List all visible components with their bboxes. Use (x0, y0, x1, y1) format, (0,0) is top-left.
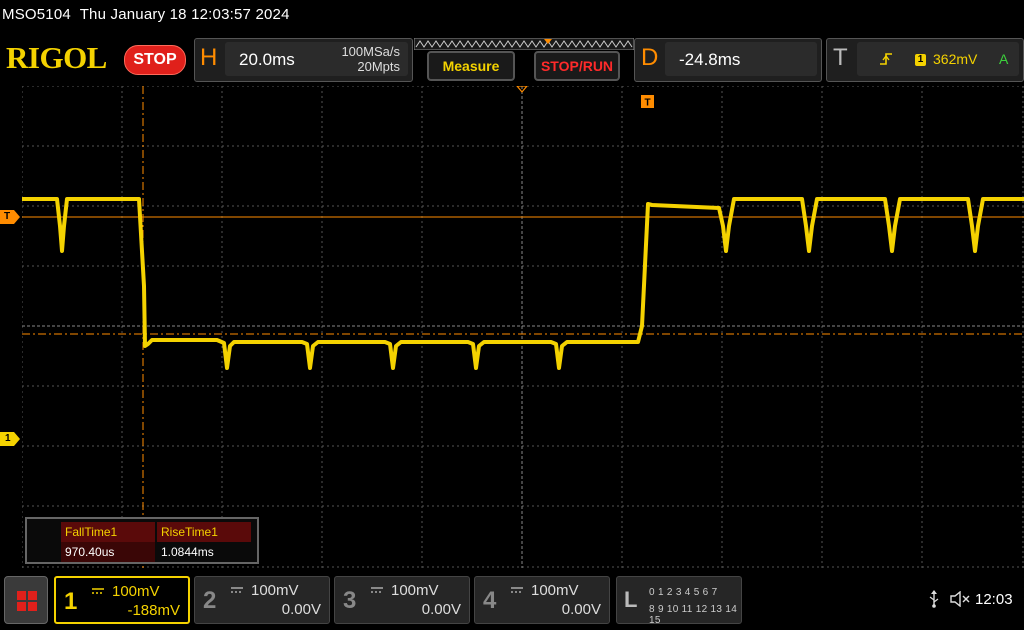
trigger-mode: A (999, 51, 1009, 67)
horizontal-settings[interactable]: H 20.0ms 100MSa/s 20Mpts (194, 38, 413, 82)
status-clock: 12:03 (975, 591, 1013, 608)
measure-button[interactable]: Measure (427, 51, 515, 81)
delay-letter: D (641, 44, 659, 71)
delay-value: -24.8ms (679, 50, 741, 69)
trigger-letter: T (833, 44, 848, 71)
trigger-level-marker-label: T (4, 211, 11, 222)
svg-text:T: T (644, 98, 650, 109)
channel3-offset: 0.00V (421, 601, 461, 618)
stop-run-button[interactable]: STOP/RUN (534, 51, 620, 81)
measurement-value-risetime: 1.0844ms (161, 545, 214, 559)
channel2-scale: 100mV (251, 582, 299, 599)
logic-letter: L (624, 587, 638, 612)
channel2-settings[interactable]: 2 100mV 0.00V (194, 576, 330, 624)
datetime: Thu January 18 12:03:57 2024 (79, 6, 290, 23)
sample-rate: 100MSa/s (341, 44, 400, 59)
dc-coupling-icon (231, 587, 243, 593)
channel3-scale: 100mV (391, 582, 439, 599)
measurement-header-falltime: FallTime1 (61, 522, 155, 542)
channel1-scale: 100mV (112, 583, 160, 600)
channel1-offset: -188mV (127, 602, 180, 619)
channel2-offset: 0.00V (281, 601, 321, 618)
memory-overview-strip (414, 38, 634, 50)
trigger-settings[interactable]: T 1 362mV A (826, 38, 1024, 82)
mute-icon[interactable] (950, 591, 970, 607)
trigger-level-marker[interactable]: T (0, 210, 20, 224)
channel4-offset: 0.00V (561, 601, 601, 618)
trigger-level: 362mV (933, 51, 978, 67)
main-menu-button[interactable] (4, 576, 48, 624)
dc-coupling-icon (92, 588, 104, 594)
run-state-badge[interactable]: STOP (124, 45, 186, 75)
measurement-panel[interactable]: FallTime1 RiseTime1 970.40us 1.0844ms (25, 517, 259, 564)
channel1-settings[interactable]: 1 100mV -188mV (54, 576, 190, 624)
window-title: MSO5104 Thu January 18 12:03:57 2024 (2, 6, 290, 23)
logic-channels-settings[interactable]: L 0 1 2 3 4 5 6 7 8 9 10 11 12 13 14 15 (616, 576, 742, 626)
trigger-position-marker: T (641, 95, 654, 109)
measurement-value-falltime: 970.40us (61, 542, 155, 562)
rigol-logo: RIGOL (6, 40, 107, 75)
model-name: MSO5104 (2, 6, 71, 23)
logic-row-1: 0 1 2 3 4 5 6 7 (649, 587, 718, 598)
delay-settings[interactable]: D -24.8ms (634, 38, 822, 82)
grid-menu-icon (17, 591, 37, 611)
timebase-value: 20.0ms (239, 50, 295, 69)
channel2-number: 2 (203, 587, 217, 614)
measurement-header-risetime: RiseTime1 (157, 522, 251, 542)
channel4-scale: 100mV (531, 582, 579, 599)
channel3-number: 3 (343, 587, 357, 614)
trigger-source-badge: 1 (915, 54, 926, 66)
usb-icon (929, 590, 939, 608)
rising-edge-icon (880, 53, 892, 65)
logic-row-2: 8 9 10 11 12 13 14 15 (649, 604, 738, 626)
channel3-settings[interactable]: 3 100mV 0.00V (334, 576, 470, 624)
dc-coupling-icon (371, 587, 383, 593)
waveform-display[interactable]: T (22, 86, 1024, 568)
dc-coupling-icon (511, 587, 523, 593)
channel1-ground-marker-label: 1 (5, 433, 11, 444)
horizontal-letter: H (200, 44, 218, 71)
channel1-ground-marker[interactable]: 1 (0, 432, 20, 446)
channel1-number: 1 (64, 588, 78, 615)
memory-depth: 20Mpts (357, 59, 400, 74)
channel4-settings[interactable]: 4 100mV 0.00V (474, 576, 610, 624)
channel4-number: 4 (483, 587, 497, 614)
